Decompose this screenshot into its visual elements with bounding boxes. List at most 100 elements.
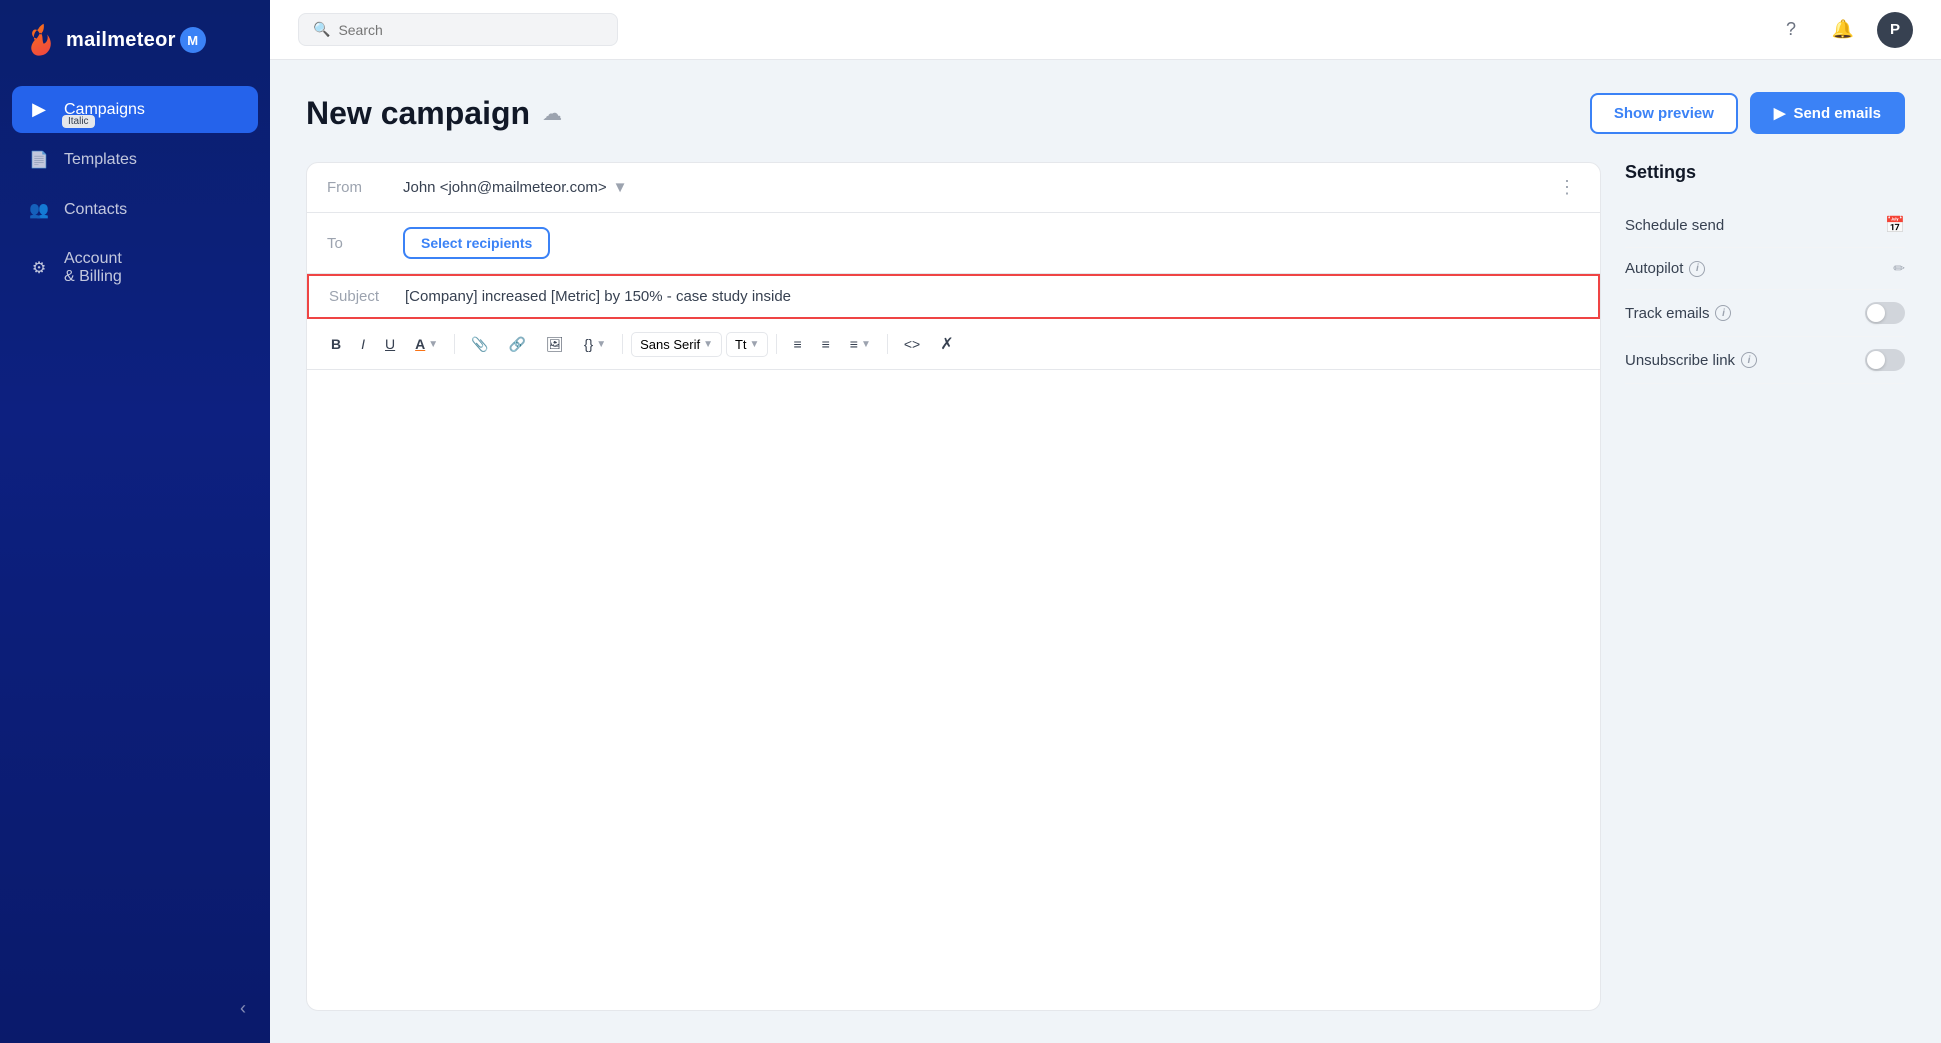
sidebar-item-account-billing-label: Account& Billing	[64, 250, 122, 286]
sidebar-item-contacts[interactable]: 👥 Contacts	[12, 187, 258, 233]
toolbar-align-button[interactable]: ≡ ▼	[842, 331, 879, 357]
font-label: Sans Serif	[640, 337, 700, 352]
unsubscribe-link-toggle[interactable]	[1865, 349, 1905, 371]
logo-flame-icon	[24, 22, 56, 58]
toolbar-attach-button[interactable]: 📎	[463, 331, 496, 358]
toolbar-code-button[interactable]: {} ▼	[576, 331, 614, 357]
sidebar-item-account-billing[interactable]: ⚙ Account& Billing	[12, 237, 258, 299]
settings-panel: Settings Schedule send 📅 Autopilot i ✏	[1625, 162, 1905, 1011]
settings-schedule-send: Schedule send 📅	[1625, 203, 1905, 248]
font-size-chevron-icon: ▼	[750, 339, 760, 350]
bell-icon: 🔔	[1832, 19, 1854, 40]
track-emails-info-icon[interactable]: i	[1715, 305, 1731, 321]
sidebar-item-templates-label: Templates	[64, 151, 137, 169]
text-color-icon: A	[415, 336, 425, 352]
toolbar-link-button[interactable]: 🔗	[501, 331, 534, 358]
toolbar-html-button[interactable]: <>	[896, 331, 928, 357]
schedule-send-calendar-icon[interactable]: 📅	[1885, 215, 1905, 235]
toolbar-unordered-list-button[interactable]: ≡	[814, 331, 838, 357]
show-preview-button[interactable]: Show preview	[1590, 93, 1738, 134]
clear-formatting-icon: ✗	[940, 334, 953, 354]
toolbar-italic-button[interactable]: I	[353, 331, 373, 357]
page-title-row: New campaign ☁	[306, 95, 562, 132]
toolbar-font-select[interactable]: Sans Serif ▼	[631, 332, 722, 357]
attach-icon: 📎	[471, 336, 488, 353]
search-icon: 🔍	[313, 21, 330, 38]
toolbar-image-button[interactable]: 🖼	[538, 331, 572, 358]
link-icon: 🔗	[509, 336, 526, 353]
logo-badge-letter: M	[187, 33, 198, 48]
from-field: From John <john@mailmeteor.com> ▼ ⋮	[307, 163, 1600, 213]
help-icon: ?	[1786, 19, 1796, 40]
logo-text: mailmeteor	[66, 29, 176, 52]
avatar[interactable]: P	[1877, 12, 1913, 48]
logo-badge: M	[180, 27, 206, 53]
topbar-actions: ? 🔔 P	[1773, 12, 1913, 48]
schedule-send-label: Schedule send	[1625, 217, 1724, 234]
page-header: New campaign ☁ Show preview ▶ Send email…	[306, 92, 1905, 134]
select-recipients-button[interactable]: Select recipients	[403, 227, 550, 259]
send-emails-button[interactable]: ▶ Send emails	[1750, 92, 1905, 134]
track-emails-label: Track emails i	[1625, 305, 1731, 322]
page-title: New campaign	[306, 95, 530, 132]
autopilot-pencil-icon[interactable]: ✏	[1893, 260, 1905, 277]
editor-layout: From John <john@mailmeteor.com> ▼ ⋮ To S…	[306, 162, 1905, 1011]
campaigns-badge: Italic	[62, 115, 95, 128]
toolbar-color-button[interactable]: A ▼	[407, 331, 446, 357]
sidebar: mailmeteor M ▶ Campaigns Italic 📄 Templa…	[0, 0, 270, 1043]
email-body-editor[interactable]	[307, 370, 1600, 1010]
toolbar-font-size-select[interactable]: Tt ▼	[726, 332, 768, 357]
toolbar-bold-button[interactable]: B	[323, 331, 349, 357]
subject-label: Subject	[329, 288, 389, 305]
autopilot-info-icon[interactable]: i	[1689, 261, 1705, 277]
sidebar-item-contacts-label: Contacts	[64, 201, 127, 219]
toolbar-divider-3	[776, 334, 777, 354]
contacts-icon: 👥	[28, 200, 50, 220]
toolbar-divider-1	[454, 334, 455, 354]
align-chevron-icon: ▼	[861, 339, 871, 350]
toolbar-underline-button[interactable]: U	[377, 331, 403, 357]
color-chevron-icon: ▼	[428, 339, 438, 350]
search-box[interactable]: 🔍	[298, 13, 618, 46]
track-emails-toggle[interactable]	[1865, 302, 1905, 324]
campaigns-icon: ▶	[28, 99, 50, 120]
topbar: 🔍 ? 🔔 P	[270, 0, 1941, 60]
from-value: John <john@mailmeteor.com> ▼	[403, 179, 628, 196]
sidebar-item-campaigns[interactable]: ▶ Campaigns Italic	[12, 86, 258, 133]
subject-field: Subject	[307, 274, 1600, 319]
cloud-save-icon: ☁	[542, 101, 562, 126]
from-dropdown-icon: ▼	[613, 179, 628, 196]
sidebar-item-templates[interactable]: 📄 Templates	[12, 137, 258, 183]
page-content: New campaign ☁ Show preview ▶ Send email…	[270, 60, 1941, 1043]
sidebar-collapse-area: ‹	[0, 974, 270, 1043]
toolbar-clear-button[interactable]: ✗	[932, 329, 961, 359]
toolbar-ordered-list-button[interactable]: ≡	[785, 331, 809, 357]
from-label: From	[327, 179, 387, 196]
font-chevron-icon: ▼	[703, 339, 713, 350]
align-icon: ≡	[850, 336, 858, 352]
unordered-list-icon: ≡	[822, 336, 830, 352]
logo-area: mailmeteor M	[0, 0, 270, 86]
subject-input[interactable]	[405, 288, 1578, 305]
send-icon: ▶	[1774, 104, 1786, 122]
unsubscribe-link-label: Unsubscribe link i	[1625, 352, 1757, 369]
settings-title: Settings	[1625, 162, 1905, 183]
header-actions: Show preview ▶ Send emails	[1590, 92, 1905, 134]
collapse-button[interactable]: ‹	[232, 994, 254, 1023]
notifications-button[interactable]: 🔔	[1825, 12, 1861, 48]
help-button[interactable]: ?	[1773, 12, 1809, 48]
settings-unsubscribe-link: Unsubscribe link i	[1625, 337, 1905, 384]
autopilot-label: Autopilot i	[1625, 260, 1705, 277]
image-icon: 🖼	[546, 336, 564, 353]
account-billing-icon: ⚙	[28, 258, 50, 278]
search-input[interactable]	[338, 22, 603, 38]
html-icon: <>	[904, 336, 920, 352]
sidebar-nav: ▶ Campaigns Italic 📄 Templates 👥 Contact…	[0, 86, 270, 974]
templates-icon: 📄	[28, 150, 50, 170]
settings-autopilot: Autopilot i ✏	[1625, 248, 1905, 290]
ordered-list-icon: ≡	[793, 336, 801, 352]
more-options-button[interactable]: ⋮	[1554, 173, 1580, 201]
unsubscribe-link-info-icon[interactable]: i	[1741, 352, 1757, 368]
font-size-label: Tt	[735, 337, 747, 352]
to-label: To	[327, 235, 387, 252]
